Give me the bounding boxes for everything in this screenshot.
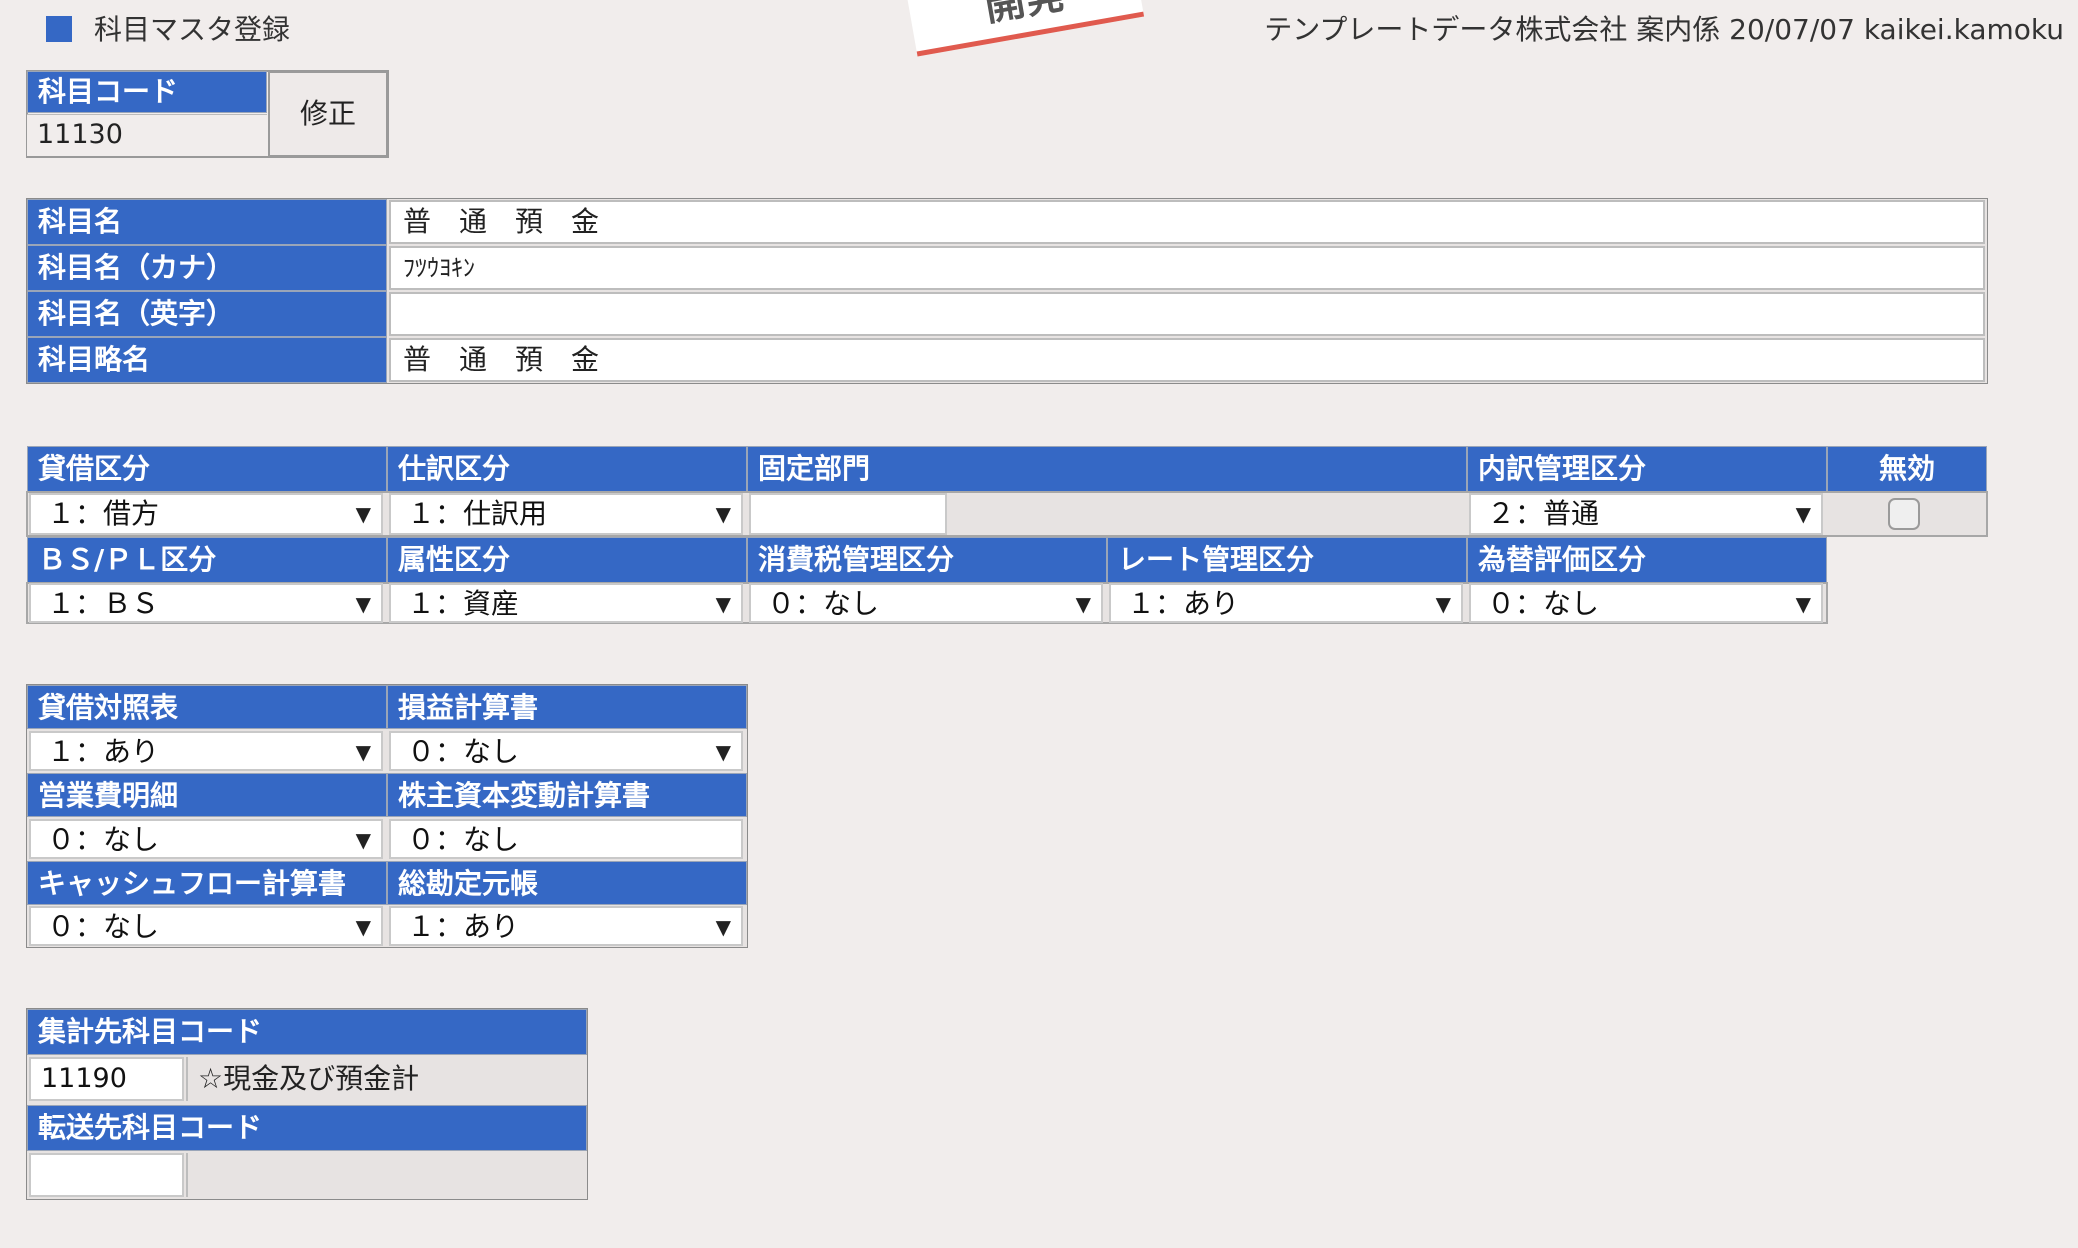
equity-report-label: 株主資本変動計算書	[387, 773, 747, 817]
dropdown-arrow-icon: ▼	[715, 592, 731, 616]
opex-report-value: ０：なし	[47, 823, 160, 856]
dropdown-arrow-icon: ▼	[715, 502, 731, 526]
transfer-code-input[interactable]	[29, 1153, 184, 1197]
aggregate-name: ☆現金及び預金計	[186, 1057, 584, 1101]
kawase-label: 為替評価区分	[1467, 537, 1827, 583]
bs-report-value: １：あり	[47, 735, 160, 768]
kana-name-input[interactable]: ﾌﾂｳﾖｷﾝ	[389, 246, 1985, 290]
title-square-icon	[46, 16, 72, 42]
shiwake-label: 仕訳区分	[387, 446, 747, 492]
cashflow-report-label: キャッシュフロー計算書	[27, 861, 387, 905]
shohizei-label: 消費税管理区分	[747, 537, 1107, 583]
taishaku-select[interactable]: １：借方 ▼	[29, 493, 383, 535]
dropdown-arrow-icon: ▼	[715, 740, 731, 764]
short-name-label: 科目略名	[27, 337, 387, 383]
kotei-bumon-label: 固定部門	[747, 446, 1467, 492]
rate-label: レート管理区分	[1107, 537, 1467, 583]
transfer-label: 転送先科目コード	[27, 1105, 587, 1151]
aggregate-label: 集計先科目コード	[27, 1009, 587, 1055]
dropdown-arrow-icon: ▼	[355, 915, 371, 939]
dropdown-arrow-icon: ▼	[1435, 592, 1451, 616]
code-value: 11130	[27, 114, 267, 156]
kotei-bumon-input[interactable]	[749, 493, 947, 535]
kana-name-label: 科目名（カナ）	[27, 245, 387, 291]
dev-ribbon: 開発	[905, 0, 1145, 57]
pl-report-select[interactable]: ０：なし ▼	[389, 731, 743, 771]
shohizei-select[interactable]: ０：なし ▼	[749, 583, 1103, 623]
mukou-label: 無効	[1827, 446, 1987, 492]
rate-select[interactable]: １：あり ▼	[1109, 583, 1463, 623]
equity-report-field[interactable]: ０：なし	[389, 819, 743, 859]
rate-value: １：あり	[1127, 587, 1240, 620]
dropdown-arrow-icon: ▼	[1795, 592, 1811, 616]
transfer-name	[186, 1153, 584, 1197]
taishaku-label: 貸借区分	[27, 446, 387, 492]
shiwake-select[interactable]: １：仕訳用 ▼	[389, 493, 743, 535]
header-info: テンプレートデータ株式会社 案内係 20/07/07 kaikei.kamoku	[1264, 13, 2064, 46]
pl-report-label: 損益計算書	[387, 685, 747, 729]
opex-report-label: 営業費明細	[27, 773, 387, 817]
dropdown-arrow-icon: ▼	[1075, 592, 1091, 616]
opex-report-select[interactable]: ０：なし ▼	[29, 819, 383, 859]
short-name-input[interactable]: 普 通 預 金	[389, 338, 1985, 382]
dropdown-arrow-icon: ▼	[355, 592, 371, 616]
aggregate-code-input[interactable]: 11190	[29, 1057, 184, 1101]
bs-report-label: 貸借対照表	[27, 685, 387, 729]
cashflow-report-value: ０：なし	[47, 910, 160, 943]
bspl-value: １：ＢＳ	[47, 587, 160, 620]
bspl-select[interactable]: １：ＢＳ ▼	[29, 583, 383, 623]
dropdown-arrow-icon: ▼	[715, 915, 731, 939]
dropdown-arrow-icon: ▼	[1795, 502, 1811, 526]
ledger-report-label: 総勘定元帳	[387, 861, 747, 905]
shiwake-value: １：仕訳用	[407, 497, 548, 530]
zokusei-label: 属性区分	[387, 537, 747, 583]
taishaku-value: １：借方	[47, 497, 160, 530]
uchiwake-value: ２：普通	[1487, 497, 1600, 530]
zokusei-value: １：資産	[407, 587, 520, 620]
cashflow-report-select[interactable]: ０：なし ▼	[29, 906, 383, 946]
edit-button[interactable]: 修正	[268, 71, 388, 157]
english-name-label: 科目名（英字）	[27, 291, 387, 337]
kawase-value: ０：なし	[1487, 587, 1600, 620]
bspl-label: ＢＳ/ＰＬ区分	[27, 537, 387, 583]
equity-report-value: ０：なし	[407, 823, 520, 856]
pl-report-value: ０：なし	[407, 735, 520, 768]
page-title: 科目マスタ登録	[94, 13, 291, 46]
name-label: 科目名	[27, 199, 387, 245]
shohizei-value: ０：なし	[767, 587, 880, 620]
kawase-select[interactable]: ０：なし ▼	[1469, 583, 1823, 623]
code-label: 科目コード	[27, 71, 267, 113]
ledger-report-select[interactable]: １：あり ▼	[389, 906, 743, 946]
uchiwake-label: 内訳管理区分	[1467, 446, 1827, 492]
bs-report-select[interactable]: １：あり ▼	[29, 731, 383, 771]
dropdown-arrow-icon: ▼	[355, 828, 371, 852]
ledger-report-value: １：あり	[407, 910, 520, 943]
name-input[interactable]: 普 通 預 金	[389, 200, 1985, 244]
dropdown-arrow-icon: ▼	[355, 502, 371, 526]
uchiwake-select[interactable]: ２：普通 ▼	[1469, 493, 1823, 535]
zokusei-select[interactable]: １：資産 ▼	[389, 583, 743, 623]
mukou-checkbox[interactable]	[1888, 498, 1920, 530]
dropdown-arrow-icon: ▼	[355, 740, 371, 764]
english-name-input[interactable]	[389, 292, 1985, 336]
